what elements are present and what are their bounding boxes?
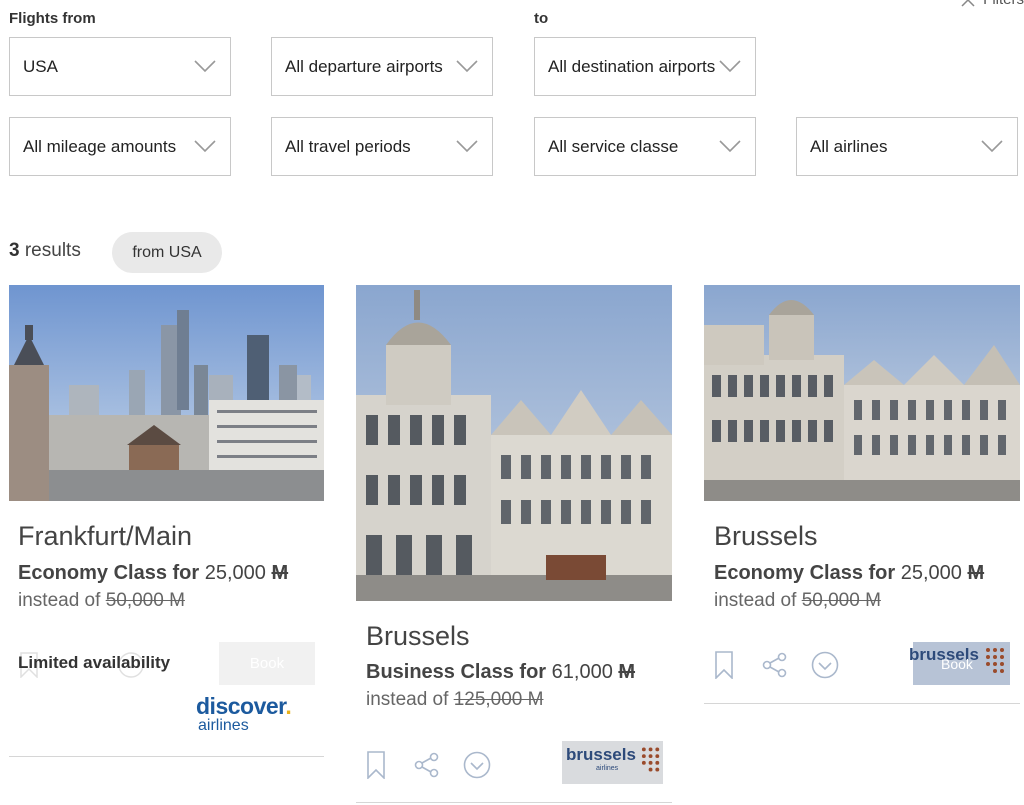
card-offer: Economy Class for 25,000 M xyxy=(714,562,984,585)
card-offer: Economy Class for 25,000 M xyxy=(18,562,288,585)
chevron-down-icon xyxy=(194,140,216,153)
chevron-down-icon xyxy=(981,140,1003,153)
airline-select[interactable]: All airlines xyxy=(796,117,1018,176)
card-city: Brussels xyxy=(366,621,470,651)
card-offer: Business Class for 61,000 M xyxy=(366,661,635,684)
brussels-logo-sub: airlines xyxy=(596,765,619,772)
close-icon xyxy=(961,0,975,7)
miles-unit: M xyxy=(618,661,636,683)
card-city: Brussels xyxy=(714,521,818,551)
chevron-down-icon xyxy=(719,140,741,153)
book-button-overlay[interactable]: brussels Book xyxy=(909,642,1010,685)
results-number: 3 xyxy=(9,240,20,261)
travel-period-select-value: All travel periods xyxy=(285,136,411,156)
discover-logo-sub: airlines xyxy=(198,717,249,734)
mileage-select[interactable]: All mileage amounts xyxy=(9,117,231,176)
results-label: results xyxy=(24,240,81,261)
country-select[interactable]: USA xyxy=(9,37,231,96)
old-miles: 50,000 M xyxy=(105,590,185,611)
book-button-label: Book xyxy=(941,656,973,672)
frankfurt-image[interactable] xyxy=(9,285,324,501)
filters-toggle[interactable]: Filters xyxy=(961,0,1024,8)
bookmark-icon[interactable] xyxy=(367,751,385,779)
to-label: to xyxy=(534,10,549,27)
filter-chip-from-usa[interactable]: from USA xyxy=(112,232,222,273)
book-button[interactable]: Book xyxy=(219,642,315,685)
travel-period-select[interactable]: All travel periods xyxy=(271,117,493,176)
destination-airport-select[interactable]: All destination airports xyxy=(534,37,756,96)
country-select-value: USA xyxy=(23,56,58,76)
card-instead: instead of 125,000 M xyxy=(366,689,543,711)
limited-availability: Limited availability xyxy=(18,653,171,672)
brussels-image[interactable] xyxy=(356,285,672,601)
service-class-select[interactable]: All service classe xyxy=(534,117,756,176)
filters-label: Filters xyxy=(983,0,1024,8)
airline-logo-discover: discover. airlines xyxy=(196,693,292,734)
share-icon[interactable] xyxy=(762,652,788,678)
card-class: Economy Class for xyxy=(714,562,896,584)
chevron-down-icon xyxy=(194,60,216,73)
miles-unit: M xyxy=(967,562,985,584)
card-miles: 25,000 xyxy=(900,562,962,584)
chevron-down-icon xyxy=(456,140,478,153)
brussels-dots-icon xyxy=(986,648,1004,673)
expand-icon[interactable] xyxy=(811,651,839,679)
brussels-dots-icon xyxy=(641,747,660,772)
brussels-image[interactable] xyxy=(704,285,1020,501)
card-instead: instead of 50,000 M xyxy=(18,590,185,612)
card-miles: 25,000 xyxy=(204,562,266,584)
bookmark-icon[interactable] xyxy=(715,651,733,679)
instead-label: instead of xyxy=(366,689,449,710)
expand-icon[interactable] xyxy=(463,751,491,779)
old-miles: 125,000 M xyxy=(453,689,544,710)
old-miles: 50,000 M xyxy=(801,590,881,611)
flights-from-label: Flights from xyxy=(9,10,96,27)
airline-logo-brussels: brussels airlines xyxy=(562,741,663,784)
instead-label: instead of xyxy=(714,590,797,611)
chevron-down-icon xyxy=(456,60,478,73)
card-miles: 61,000 xyxy=(551,661,613,683)
miles-unit: M xyxy=(271,562,289,584)
card-divider xyxy=(9,756,324,757)
card-class: Business Class for xyxy=(366,661,547,683)
destination-select-value: All destination airports xyxy=(548,56,716,76)
discover-logo-text: discover xyxy=(196,693,286,719)
instead-label: instead of xyxy=(18,590,101,611)
service-class-select-value: All service classe xyxy=(548,136,679,156)
airline-select-value: All airlines xyxy=(810,136,888,156)
mileage-select-value: All mileage amounts xyxy=(23,136,177,156)
chevron-down-icon xyxy=(719,60,741,73)
departure-select-value: All departure airports xyxy=(285,56,443,76)
card-divider xyxy=(356,802,672,803)
results-count: 3 results xyxy=(9,240,81,262)
share-icon[interactable] xyxy=(414,752,440,778)
card-divider xyxy=(704,703,1020,704)
card-class: Economy Class for xyxy=(18,562,200,584)
brussels-logo-text: brussels xyxy=(566,745,636,764)
card-city: Frankfurt/Main xyxy=(18,521,193,551)
card-instead: instead of 50,000 M xyxy=(714,590,881,612)
departure-airport-select[interactable]: All departure airports xyxy=(271,37,493,96)
